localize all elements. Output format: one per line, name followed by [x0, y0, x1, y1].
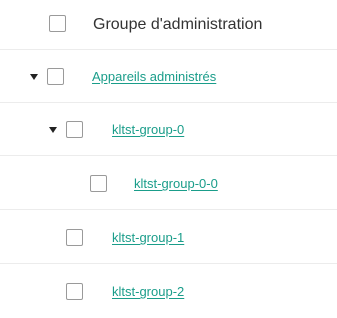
tree-row-group-2: kltst-group-2 [0, 265, 337, 318]
group-2-checkbox[interactable] [66, 283, 83, 300]
group-0-link[interactable]: kltst-group-0 [112, 121, 184, 139]
group-0-0-checkbox[interactable] [90, 175, 107, 192]
group-1-link[interactable]: kltst-group-1 [112, 229, 184, 247]
root-checkbox[interactable] [47, 68, 64, 85]
tree-row-root: Appareils administrés [0, 50, 337, 103]
caret-down-icon[interactable] [30, 74, 38, 80]
group-0-0-link[interactable]: kltst-group-0-0 [134, 175, 218, 193]
group-2-link[interactable]: kltst-group-2 [112, 283, 184, 301]
group-0-checkbox[interactable] [66, 121, 83, 138]
tree-row-group-0: kltst-group-0 [0, 103, 337, 156]
column-title: Groupe d'administration [93, 16, 263, 33]
admin-group-tree: Groupe d'administration Appareils admini… [0, 0, 337, 316]
tree-row-group-0-0: kltst-group-0-0 [0, 157, 337, 210]
tree-row-group-1: kltst-group-1 [0, 211, 337, 264]
root-link[interactable]: Appareils administrés [92, 68, 216, 86]
tree-header: Groupe d'administration [0, 0, 337, 50]
group-1-checkbox[interactable] [66, 229, 83, 246]
caret-down-icon[interactable] [49, 127, 57, 133]
select-all-checkbox[interactable] [49, 15, 66, 32]
